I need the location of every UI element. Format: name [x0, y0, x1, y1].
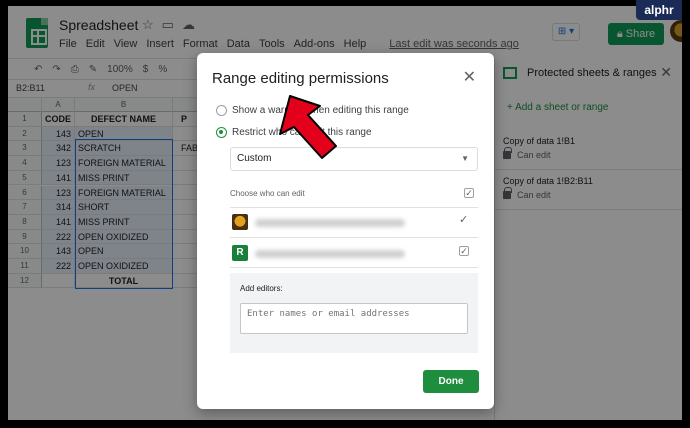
restrict-radio[interactable]	[216, 127, 227, 138]
sheets-app: Spreadsheet ☆ ▭ ☁ File Edit View Insert …	[8, 6, 682, 420]
annotation-arrow-icon	[279, 95, 337, 159]
divider	[230, 237, 478, 238]
dialog-title: Range editing permissions	[212, 70, 389, 87]
close-icon[interactable]: ✕	[463, 67, 476, 87]
select-all-checkbox[interactable]: ✓	[464, 188, 474, 198]
editor-checkbox[interactable]: ✓	[459, 246, 469, 256]
divider	[230, 267, 478, 268]
add-editors-section: Add editors: Enter names or email addres…	[230, 273, 478, 353]
permission-select[interactable]: Custom ▼	[230, 147, 478, 171]
divider	[230, 207, 478, 208]
done-button[interactable]: Done	[423, 370, 479, 393]
screenshot-frame: Spreadsheet ☆ ▭ ☁ File Edit View Insert …	[0, 0, 690, 428]
editor-avatar-letter: R	[232, 245, 248, 261]
caret-down-icon: ▼	[461, 154, 469, 163]
add-editors-input[interactable]: Enter names or email addresses	[240, 303, 468, 334]
choose-who-can-edit-label: Choose who can edit	[230, 189, 305, 198]
select-value: Custom	[237, 153, 272, 164]
alphr-watermark: alphr	[636, 0, 682, 20]
editor-avatar	[232, 214, 248, 230]
checkmark-icon[interactable]: ✓	[459, 213, 468, 226]
add-editors-label: Add editors:	[240, 284, 283, 293]
warning-radio[interactable]	[216, 105, 227, 116]
editor-email-redacted	[255, 219, 405, 227]
editor-email-redacted	[255, 250, 405, 258]
